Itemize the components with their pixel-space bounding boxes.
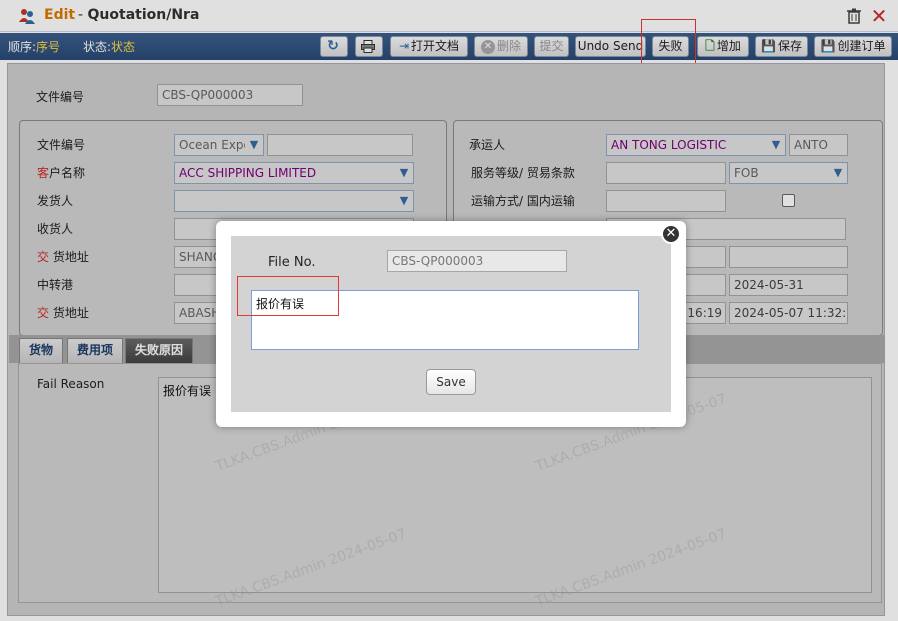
close-icon[interactable]: ✕ [661, 224, 681, 244]
dialog-file-no-field[interactable]: CBS-QP000003 [387, 250, 567, 272]
dialog-reason-textarea[interactable]: 报价有误 [251, 290, 639, 350]
fail-reason-dialog: File No. CBS-QP000003 报价有误 Save ✕ [216, 221, 686, 427]
dialog-file-no-label: File No. [268, 255, 316, 270]
dialog-body: File No. CBS-QP000003 报价有误 Save [231, 236, 671, 412]
save-button[interactable]: Save [426, 369, 476, 395]
